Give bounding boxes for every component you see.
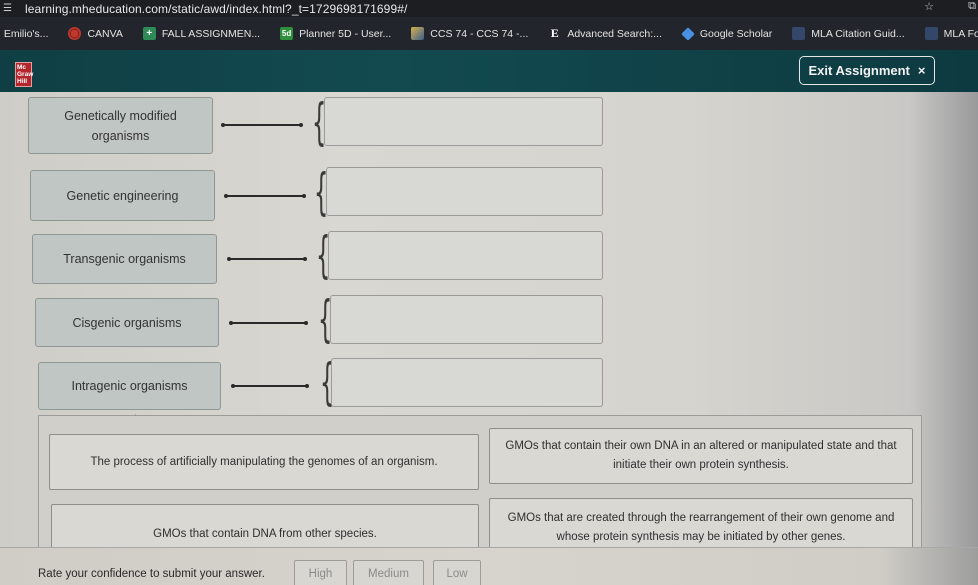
term-label: Cisgenic organisms — [72, 315, 182, 330]
canva-icon — [68, 27, 82, 40]
url-text[interactable]: learning.mheducation.com/static/awd/inde… — [25, 2, 407, 16]
brace-icon: { — [314, 163, 329, 221]
term-label: organisms — [91, 128, 150, 143]
e-icon: E — [550, 26, 559, 40]
ccs-icon — [411, 27, 425, 40]
term-cisgenic-organisms[interactable]: Cisgenic organisms — [35, 298, 219, 347]
brace-icon: { — [318, 290, 333, 348]
answer-dropzone-4[interactable] — [330, 295, 603, 344]
brace-icon: { — [316, 226, 331, 284]
term-intragenic-organisms[interactable]: Intragenic organisms — [38, 362, 221, 410]
connector-line — [224, 193, 306, 197]
bookmark-label: : Emilio's... — [0, 27, 49, 40]
button-label: High — [308, 568, 333, 580]
connector-line — [231, 383, 309, 387]
answer-text: The process of artificially manipulating… — [90, 455, 438, 468]
term-label: Genetically modified — [64, 108, 177, 123]
answer-dropzone-5[interactable] — [331, 358, 603, 407]
answer-text: GMOs that contain DNA from other species… — [153, 527, 377, 540]
matching-question-area: Genetically modified organisms { Genetic… — [0, 92, 978, 585]
plus-icon: + — [142, 27, 156, 40]
answer-dropzone-1[interactable] — [324, 97, 603, 146]
bookmark-label: Planner 5D - User... — [299, 27, 392, 40]
term-transgenic-organisms[interactable]: Transgenic organisms — [32, 234, 217, 284]
button-label: Medium — [368, 568, 409, 580]
answer-text: GMOs that contain their own DNA in an al… — [505, 440, 897, 471]
brace-icon: { — [320, 353, 335, 411]
term-label: Genetic engineering — [66, 188, 179, 203]
bookmark-fall-assignments[interactable]: + FALL ASSIGNMEN... — [142, 27, 261, 40]
planner5d-icon: 5d — [280, 27, 294, 40]
close-icon: × — [917, 63, 926, 78]
term-genetically-modified-organisms[interactable]: Genetically modified organisms — [28, 97, 213, 154]
google-scholar-icon — [681, 26, 695, 41]
bookmark-mla-formatting[interactable]: MLA Formatting G... — [924, 27, 978, 40]
browser-url-bar[interactable]: ☰ learning.mheducation.com/static/awd/in… — [0, 0, 978, 17]
bookmark-google-scholar[interactable]: Google Scholar — [681, 26, 773, 41]
exit-assignment-button[interactable]: Exit Assignment × — [799, 56, 935, 85]
button-label: Low — [446, 568, 468, 580]
bookmark-label: CCS 74 - CCS 74 -... — [430, 27, 529, 40]
bookmark-label: FALL ASSIGNMEN... — [161, 27, 261, 40]
bookmark-label: MLA Citation Guid... — [811, 27, 905, 40]
extensions-icon[interactable]: ⧉ — [968, 0, 976, 13]
connector-line — [227, 256, 307, 260]
bookmark-emilio[interactable]: : Emilio's... — [0, 28, 48, 40]
confidence-medium-button[interactable]: Medium — [353, 560, 424, 585]
site-settings-icon[interactable]: ☰ — [3, 3, 17, 14]
bookmark-label: Advanced Search:... — [567, 27, 662, 40]
bookmarks-bar: : Emilio's... CANVA + FALL ASSIGNMEN... … — [0, 17, 978, 50]
term-genetic-engineering[interactable]: Genetic engineering — [30, 170, 215, 221]
bookmark-label: Google Scholar — [699, 27, 773, 40]
confidence-low-button[interactable]: Low — [433, 560, 481, 585]
answer-choice-2[interactable]: GMOs that contain their own DNA in an al… — [489, 428, 913, 484]
connector-line — [221, 122, 303, 126]
bookmark-label: CANVA — [87, 27, 123, 40]
confidence-footer: Rate your confidence to submit your answ… — [0, 547, 978, 585]
mcgraw-hill-logo: Mc Graw Hill — [15, 62, 34, 87]
doc-icon — [792, 27, 806, 40]
logo-line: Mc — [17, 64, 27, 71]
bookmark-planner5d[interactable]: 5d Planner 5D - User... — [280, 27, 391, 40]
bookmark-star-icon[interactable]: ☆ — [924, 0, 934, 13]
confidence-prompt: Rate your confidence to submit your answ… — [38, 568, 265, 580]
bookmark-mla-citation[interactable]: MLA Citation Guid... — [792, 27, 905, 40]
answer-choices-panel: The process of artificially manipulating… — [38, 415, 922, 564]
confidence-high-button[interactable]: High — [294, 560, 347, 585]
exit-assignment-label: Exit Assignment — [808, 63, 910, 78]
answer-choice-1[interactable]: The process of artificially manipulating… — [49, 434, 479, 490]
answer-dropzone-2[interactable] — [326, 167, 603, 216]
term-label: Transgenic organisms — [63, 252, 186, 266]
term-label: Intragenic organisms — [71, 379, 188, 393]
logo-line: Hill — [17, 78, 28, 85]
bookmark-ccs74[interactable]: CCS 74 - CCS 74 -... — [411, 27, 528, 40]
bookmark-canva[interactable]: CANVA — [68, 27, 123, 40]
answer-text: GMOs that are created through the rearra… — [507, 512, 895, 543]
answer-dropzone-3[interactable] — [328, 231, 603, 280]
brace-icon: { — [312, 93, 327, 151]
connector-line — [229, 320, 308, 324]
bookmark-advanced-search[interactable]: E Advanced Search:... — [548, 27, 662, 40]
doc-icon — [924, 27, 938, 40]
app-header: Mc Graw Hill Exit Assignment × — [0, 50, 978, 92]
bookmark-label: MLA Formatting G... — [943, 27, 978, 40]
logo-line: Graw — [17, 71, 34, 78]
